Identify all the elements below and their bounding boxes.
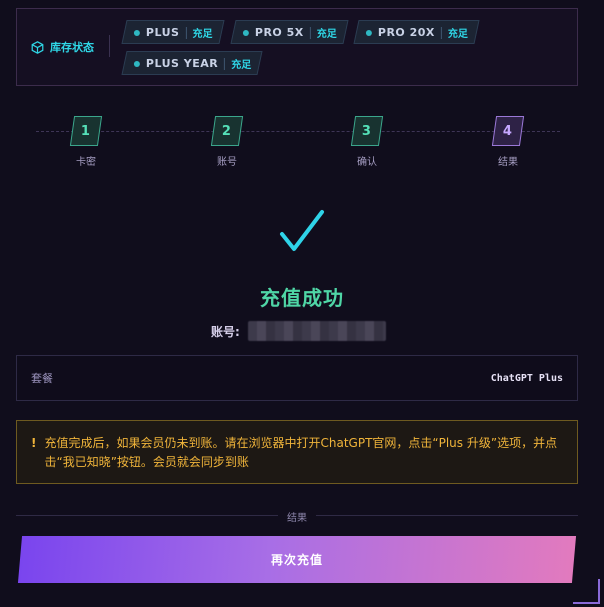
recharge-again-label: 再次充值 [270,553,323,567]
cube-icon [31,40,44,54]
step-label: 结果 [498,157,518,168]
step-label: 账号 [217,157,237,168]
status-dot-icon [243,29,249,35]
notice-box: ! 充值完成后，如果会员仍未到账。请在浏览器中打开ChatGPT官网，点击“Pl… [16,420,578,484]
recharge-again-button[interactable]: 再次充值 [17,536,577,583]
step-confirm: 3 确认 [337,116,397,168]
account-label: 账号: [211,324,240,339]
corner-decoration [571,577,601,607]
step-account: 2 账号 [197,116,257,168]
stock-chip-name: PRO 20X [378,25,436,39]
stock-chip-pro5x: PRO 5X 充足 [230,20,349,44]
notice-text: 充值完成后，如果会员仍未到账。请在浏览器中打开ChatGPT官网，点击“Plus… [44,436,558,469]
step-number-box: 1 [69,116,103,146]
stock-chip-name: PLUS YEAR [146,56,219,70]
status-dot-icon [366,29,372,35]
result-divider: 结果 [16,509,578,524]
status-dot-icon [134,60,140,66]
package-label: 套餐 [31,372,53,385]
result-divider-label: 结果 [287,513,307,524]
step-number-box: 4 [491,116,525,146]
step-label: 卡密 [76,157,96,168]
stock-chip-plus-year: PLUS YEAR 充足 [121,51,263,75]
stock-status-text: 库存状态 [50,41,94,54]
stock-chip-name: PRO 5X [255,25,304,39]
stock-divider [109,35,110,57]
step-result: 4 结果 [478,116,538,168]
step-card-key: 1 卡密 [56,116,116,168]
warning-icon: ! [31,436,37,450]
stock-chip-status: 充足 [231,59,252,71]
status-dot-icon [134,29,140,35]
success-check-icon [276,208,328,258]
package-value: ChatGPT Plus [490,372,563,384]
account-row: 账号: [211,321,386,341]
stock-status-label: 库存状态 [31,39,94,55]
success-title: 充值成功 [260,286,344,310]
account-value-masked [247,321,386,341]
stock-chip-name: PLUS [146,25,180,39]
package-info: 套餐 ChatGPT Plus [16,355,578,401]
stock-chip-plus: PLUS 充足 [121,20,225,44]
stock-chip-pro20x: PRO 20X 充足 [353,20,480,44]
stock-chip-status: 充足 [192,28,213,40]
stock-status-panel: 库存状态 PLUS 充足 PRO 5X 充足 PRO 20X 充足 PLUS Y… [16,8,578,86]
stock-chip-status: 充足 [316,28,337,40]
step-number-box: 2 [210,116,244,146]
step-label: 确认 [357,157,377,168]
step-number-box: 3 [350,116,384,146]
stock-chip-status: 充足 [448,28,469,40]
